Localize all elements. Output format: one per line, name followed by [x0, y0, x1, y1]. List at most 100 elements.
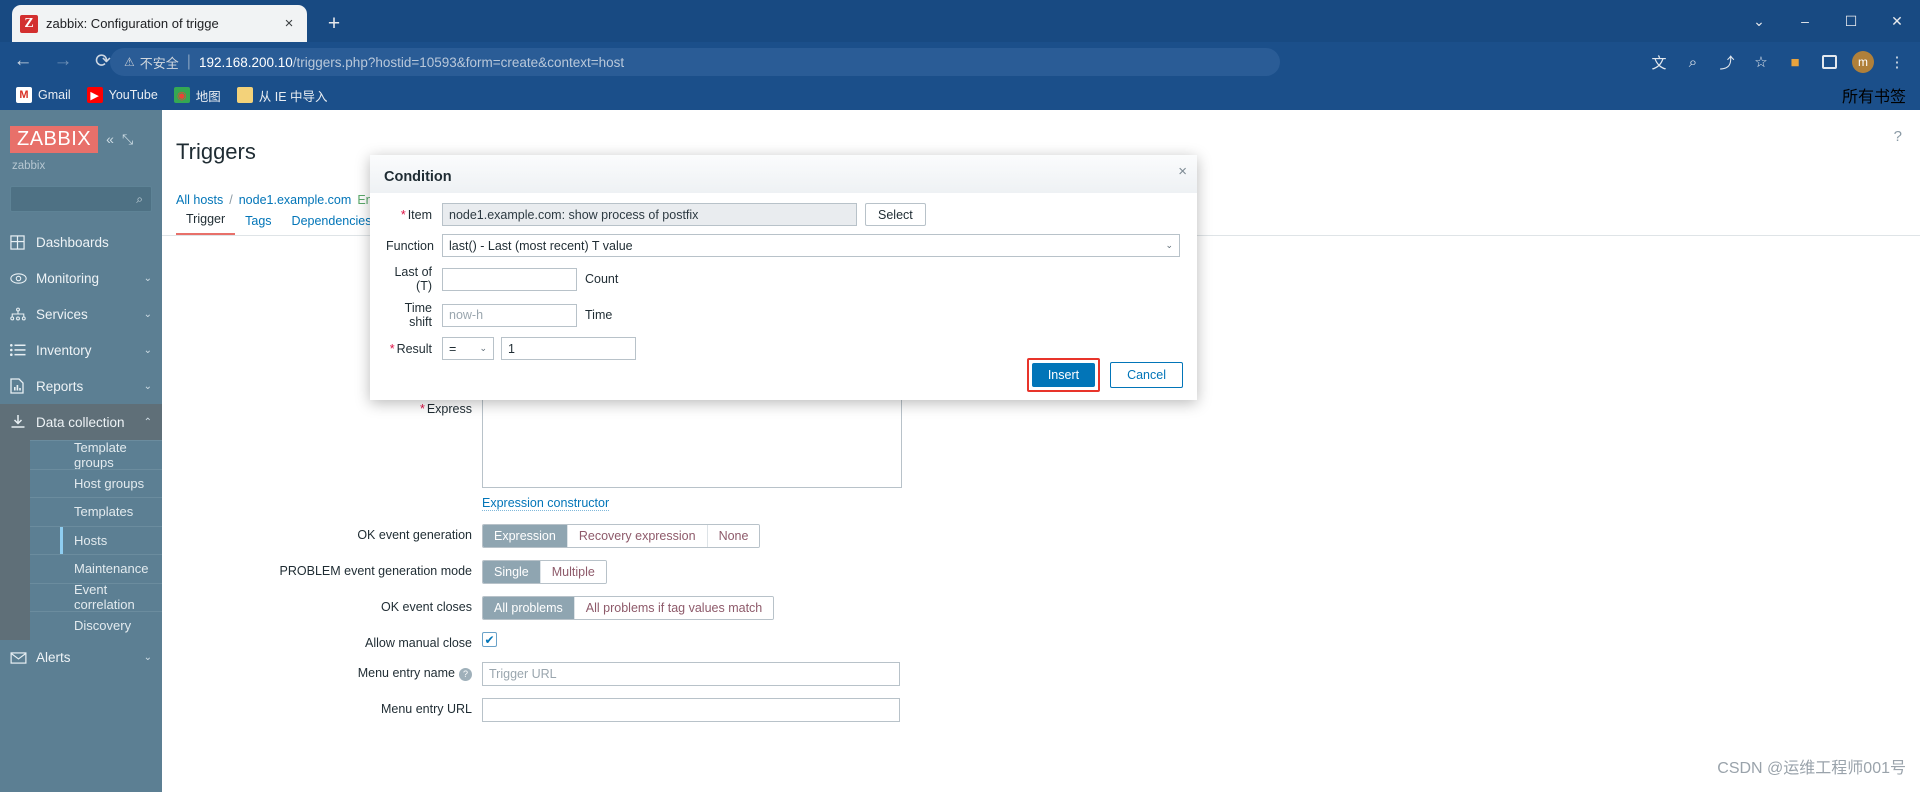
download-icon [10, 414, 36, 430]
insert-button[interactable]: Insert [1031, 363, 1096, 387]
tab-tags[interactable]: Tags [235, 214, 281, 235]
hide-sidebar-icon[interactable]: ⤡ [122, 131, 133, 148]
bookmark-star-icon[interactable]: ☆ [1746, 47, 1776, 77]
chart-icon [10, 378, 36, 394]
window-controls: ⌄ – ☐ ✕ [1736, 0, 1920, 42]
menu-entry-url-input[interactable] [482, 698, 900, 723]
omnibox-separator: | [186, 53, 191, 70]
list-icon [10, 344, 36, 356]
segment-expression[interactable]: Expression [483, 525, 567, 548]
close-dialog-icon[interactable]: × [1178, 163, 1187, 180]
function-label: Function [386, 238, 434, 253]
select-item-button[interactable]: Select [865, 203, 926, 226]
server-name: zabbix [12, 160, 46, 172]
sidebar-item-template-groups[interactable]: Template groups [30, 440, 162, 470]
item-input[interactable]: node1.example.com: show process of postf… [442, 203, 857, 226]
chrome-menu-caret-icon[interactable]: ⌄ [1736, 0, 1782, 42]
collapse-sidebar-icon[interactable]: « [106, 131, 114, 147]
subitem-label: Maintenance [74, 561, 149, 577]
bookmark-gmail[interactable]: M Gmail [16, 87, 71, 103]
time-shift-unit: Time [585, 308, 613, 322]
menu-entry-url-label: Menu entry URL [380, 702, 472, 717]
tab-trigger[interactable]: Trigger [176, 212, 236, 236]
tab-strip: Z zabbix: Configuration of trigge × + ⌄ … [0, 0, 1920, 42]
chevron-down-icon: ⌄ [143, 272, 152, 284]
chevron-up-icon: ⌃ [143, 416, 152, 428]
sidebar-item-data-collection[interactable]: Data collection ⌃ [0, 404, 162, 440]
expression-textarea[interactable] [482, 398, 902, 489]
sidebar-item-label: Dashboards [36, 234, 109, 250]
dialog-header: Condition [370, 155, 1197, 193]
sidebar-item-reports[interactable]: Reports ⌄ [0, 368, 162, 404]
expression-constructor-link[interactable]: Expression constructor [482, 496, 610, 512]
sidebar-item-templates[interactable]: Templates [30, 497, 162, 526]
all-bookmarks-label: 所有书签 [1841, 89, 1906, 106]
address-bar[interactable]: ⚠ 不安全 | 192.168.200.10 /triggers.php?hos… [110, 48, 1280, 76]
menu-entry-name-input[interactable]: Trigger URL [482, 662, 900, 687]
extensions-icon[interactable]: ■ [1780, 47, 1810, 77]
segment-all-problems[interactable]: All problems [483, 597, 574, 620]
browser-tab[interactable]: Z zabbix: Configuration of trigge × [12, 5, 307, 42]
subitem-label: Templates [74, 504, 134, 520]
bookmark-youtube[interactable]: ▶ YouTube [86, 87, 158, 103]
segment-recovery-expression[interactable]: Recovery expression [566, 525, 707, 548]
chevron-down-icon: ⌄ [143, 344, 152, 356]
bookmark-ie-import-folder[interactable]: 从 IE 中导入 [236, 86, 328, 105]
dialog-row-function: Function last() - Last (most recent) T v… [386, 234, 1181, 257]
time-shift-input[interactable]: now-h [442, 303, 577, 327]
sidebar-item-event-correlation[interactable]: Event correlation [30, 582, 162, 612]
profile-avatar[interactable]: m [1848, 47, 1878, 77]
minimize-icon[interactable]: – [1782, 0, 1828, 42]
new-tab-button[interactable]: + [320, 10, 348, 38]
close-window-icon[interactable]: ✕ [1874, 0, 1920, 42]
dialog-body: * Item node1.example.com: show process of… [370, 193, 1197, 360]
sidebar-item-inventory[interactable]: Inventory ⌄ [0, 332, 162, 368]
problem-event-mode-segmented: Single Multiple [482, 560, 607, 585]
cancel-button[interactable]: Cancel [1110, 362, 1183, 388]
sidebar-item-label: Reports [36, 378, 84, 394]
sidebar-search-input[interactable]: ⌕ [10, 186, 152, 212]
zabbix-logo[interactable]: ZABBIX [10, 125, 99, 153]
translate-icon[interactable]: 文 [1644, 47, 1674, 77]
chevron-down-icon: ⌄ [143, 308, 152, 320]
sidebar-item-host-groups[interactable]: Host groups [30, 468, 162, 497]
search-icon[interactable]: ⌕ [1678, 47, 1708, 77]
tab-dependencies[interactable]: Dependencies [282, 214, 382, 235]
all-bookmarks-button[interactable]: 所有书签 [1842, 80, 1906, 110]
function-select[interactable]: last() - Last (most recent) T value ⌄ [442, 234, 1180, 257]
sidebar-item-maintenance[interactable]: Maintenance [30, 554, 162, 583]
sidebar-item-monitoring[interactable]: Monitoring ⌄ [0, 260, 162, 296]
maximize-icon[interactable]: ☐ [1828, 0, 1874, 42]
last-of-t-unit: Count [585, 272, 619, 286]
segment-single[interactable]: Single [483, 561, 540, 584]
help-icon[interactable]: ? [1894, 128, 1902, 145]
search-icon: ⌕ [136, 191, 143, 206]
allow-manual-close-checkbox[interactable]: ✔ [482, 632, 497, 648]
breadcrumb-all-hosts[interactable]: All hosts [176, 193, 223, 207]
segment-none[interactable]: None [706, 525, 760, 548]
sidebar-item-label: Monitoring [36, 270, 100, 286]
chrome-more-menu-icon[interactable]: ⋮ [1882, 47, 1912, 77]
sidebar-item-services[interactable]: Services ⌄ [0, 296, 162, 332]
share-icon[interactable]: ⤴ [1712, 47, 1742, 77]
side-panel-icon[interactable] [1814, 47, 1844, 77]
sidebar-item-hosts[interactable]: Hosts [30, 525, 162, 554]
back-icon[interactable]: ← [6, 44, 40, 78]
bookmark-maps[interactable]: ◉ 地图 [173, 86, 221, 105]
url-path: /triggers.php?hostid=10593&form=create&c… [292, 54, 625, 70]
forward-icon[interactable]: → [46, 44, 80, 78]
segment-all-problems-tag-match[interactable]: All problems if tag values match [573, 597, 774, 620]
segment-multiple[interactable]: Multiple [539, 561, 606, 584]
last-of-t-input[interactable] [442, 267, 577, 291]
browser-toolbar: ← → ⟳ ⚠ 不安全 | 192.168.200.10 /triggers.p… [0, 42, 1920, 80]
sidebar-item-alerts[interactable]: Alerts ⌄ [0, 640, 162, 676]
subitem-label: Host groups [74, 475, 145, 491]
menu-entry-name-help-icon[interactable]: ? [459, 667, 472, 681]
close-tab-icon[interactable]: × [279, 14, 299, 34]
sidebar-item-discovery[interactable]: Discovery [30, 611, 162, 640]
ok-event-generation-label: OK event generation [357, 528, 472, 543]
sitemap-icon [10, 307, 36, 321]
sidebar-item-dashboards[interactable]: Dashboards [0, 224, 162, 260]
ok-event-generation-segmented: Expression Recovery expression None [482, 524, 761, 549]
breadcrumb-host[interactable]: node1.example.com [239, 193, 352, 207]
